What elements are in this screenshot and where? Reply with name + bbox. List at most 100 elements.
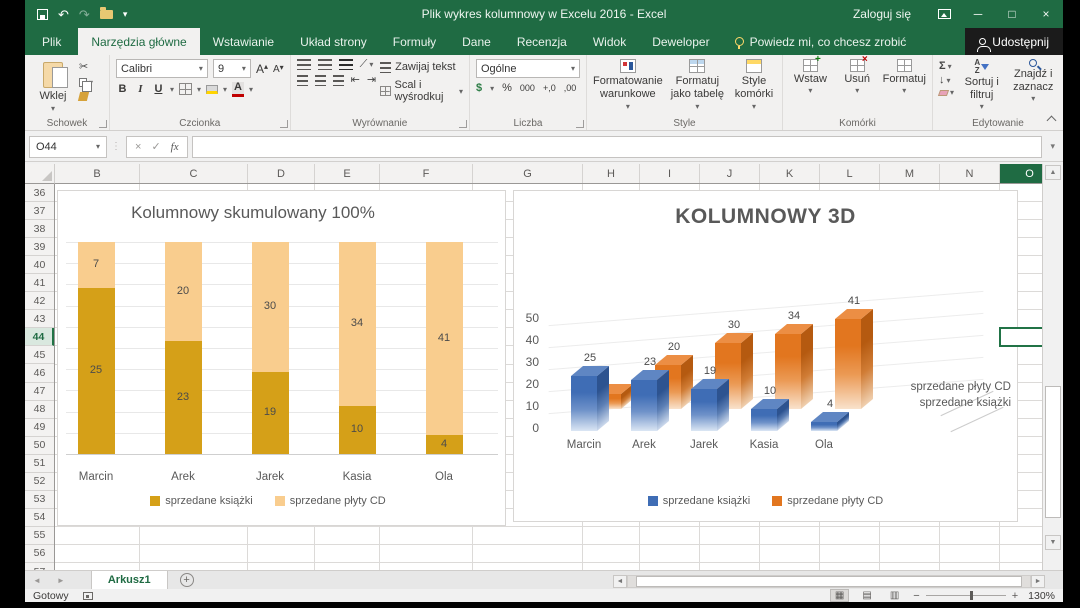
- liczba-dialog-launcher-icon[interactable]: [576, 120, 584, 128]
- row-header-50[interactable]: 50: [25, 437, 54, 455]
- vertical-scroll-thumb[interactable]: [1045, 386, 1061, 518]
- maximize-button[interactable]: □: [995, 0, 1029, 28]
- macro-record-icon[interactable]: [83, 592, 93, 600]
- format-cells-button[interactable]: Formatuj ▾: [883, 59, 926, 115]
- column-header-H[interactable]: H: [583, 164, 640, 183]
- enter-icon[interactable]: ✓: [151, 140, 160, 153]
- vertical-scrollbar[interactable]: ▲ ▼: [1042, 164, 1063, 570]
- insert-function-icon[interactable]: fx: [171, 141, 179, 153]
- chart2-bar-Ola-ksiazki[interactable]: [811, 422, 837, 431]
- number-format-combo[interactable]: Ogólne ▾: [476, 59, 580, 78]
- row-header-39[interactable]: 39: [25, 238, 54, 256]
- formula-input[interactable]: [192, 136, 1043, 158]
- chart2-bar-Arek-ksiazki[interactable]: [631, 380, 657, 431]
- align-center-icon[interactable]: [315, 75, 326, 86]
- orientation-icon[interactable]: ⟋▾: [360, 59, 374, 70]
- column-header-J[interactable]: J: [700, 164, 760, 183]
- conditional-formatting-button[interactable]: Formatowanie warunkowe ▾: [593, 59, 663, 115]
- tab-deweloper[interactable]: Deweloper: [639, 28, 722, 55]
- column-header-M[interactable]: M: [880, 164, 940, 183]
- share-button[interactable]: Udostępnij: [965, 28, 1063, 55]
- row-header-57[interactable]: 57: [25, 563, 54, 570]
- row-header-36[interactable]: 36: [25, 184, 54, 202]
- zoom-level-label[interactable]: 130%: [1028, 590, 1055, 602]
- row-header-54[interactable]: 54: [25, 509, 54, 527]
- tab-widok[interactable]: Widok: [580, 28, 639, 55]
- customize-qat-icon[interactable]: ▾: [123, 10, 128, 19]
- tab-dane[interactable]: Dane: [449, 28, 504, 55]
- insert-cells-button[interactable]: Wstaw ▾: [789, 59, 832, 115]
- underline-dropdown-icon[interactable]: ▾: [170, 85, 174, 94]
- align-bottom-icon[interactable]: [339, 59, 353, 70]
- percent-format-icon[interactable]: %: [502, 82, 512, 94]
- open-folder-icon[interactable]: [100, 10, 113, 19]
- column-header-G[interactable]: G: [473, 164, 583, 183]
- wyrownanie-dialog-launcher-icon[interactable]: [459, 120, 467, 128]
- selected-cell-O44[interactable]: [999, 327, 1042, 347]
- align-right-icon[interactable]: [333, 75, 344, 86]
- chart2-bar-Marcin-ksiazki[interactable]: [571, 376, 597, 431]
- increase-decimal-icon[interactable]: +,0: [543, 83, 556, 93]
- fill-color-icon[interactable]: [206, 85, 218, 94]
- name-box[interactable]: O44 ▾: [29, 136, 107, 158]
- sort-filter-button[interactable]: AZ Sortuj i filtruj ▾: [958, 59, 1005, 115]
- column-header-D[interactable]: D: [248, 164, 315, 183]
- cancel-icon[interactable]: ×: [135, 141, 141, 153]
- row-header-47[interactable]: 47: [25, 383, 54, 401]
- select-all-corner[interactable]: [25, 164, 55, 184]
- wrap-text-button[interactable]: Zawijaj tekst: [380, 61, 463, 73]
- sheet-tab-arkusz1[interactable]: Arkusz1: [91, 571, 168, 589]
- row-header-40[interactable]: 40: [25, 256, 54, 274]
- save-icon[interactable]: [37, 9, 48, 20]
- font-name-combo[interactable]: Calibri ▾: [116, 59, 208, 78]
- scroll-up-icon[interactable]: ▲: [1045, 165, 1061, 180]
- align-middle-icon[interactable]: [318, 59, 332, 70]
- row-header-46[interactable]: 46: [25, 364, 54, 382]
- column-header-F[interactable]: F: [380, 164, 473, 183]
- fill-down-icon[interactable]: ↓▾: [939, 75, 954, 86]
- row-header-44[interactable]: 44: [25, 328, 54, 346]
- hscroll-left-icon[interactable]: ◄: [613, 575, 627, 588]
- view-page-break-icon[interactable]: ▥: [886, 590, 903, 601]
- chart2-bar-Ola-cd[interactable]: [835, 319, 861, 409]
- align-left-icon[interactable]: [297, 75, 308, 86]
- zoom-in-icon[interactable]: +: [1012, 590, 1018, 602]
- add-sheet-icon[interactable]: +: [180, 573, 194, 587]
- sign-in-link[interactable]: Zaloguj się: [837, 7, 927, 21]
- shrink-font-icon[interactable]: A▾: [273, 63, 284, 75]
- row-header-42[interactable]: 42: [25, 292, 54, 310]
- view-normal-icon[interactable]: ▦: [831, 590, 848, 601]
- increase-indent-icon[interactable]: ⇥: [367, 75, 376, 86]
- underline-button[interactable]: U: [152, 83, 165, 95]
- paste-dropdown-icon[interactable]: ▾: [51, 104, 55, 113]
- decrease-indent-icon[interactable]: ⇤: [351, 75, 360, 86]
- column-header-O[interactable]: O: [1000, 164, 1042, 183]
- column-header-B[interactable]: B: [55, 164, 140, 183]
- row-header-53[interactable]: 53: [25, 491, 54, 509]
- row-header-43[interactable]: 43: [25, 310, 54, 328]
- row-header-41[interactable]: 41: [25, 274, 54, 292]
- chart-stacked-100[interactable]: Kolumnowy skumulowany 100%725Marcin2023A…: [57, 190, 506, 526]
- czcionka-dialog-launcher-icon[interactable]: [280, 120, 288, 128]
- merge-center-button[interactable]: Scal i wyśrodkuj ▾: [380, 79, 463, 103]
- format-as-table-button[interactable]: Formatuj jako tabelę ▾: [667, 59, 728, 115]
- horizontal-scroll-thumb[interactable]: [636, 576, 1022, 587]
- chart2-legend-item[interactable]: sprzedane książki: [648, 495, 750, 507]
- expand-formula-bar-icon[interactable]: ▾: [1046, 141, 1059, 152]
- font-color-dropdown-icon[interactable]: ▾: [249, 85, 253, 94]
- row-header-49[interactable]: 49: [25, 419, 54, 437]
- cell-styles-button[interactable]: Style komórki ▾: [732, 59, 776, 115]
- grow-font-icon[interactable]: A▴: [256, 62, 268, 76]
- view-page-layout-icon[interactable]: ▤: [858, 590, 875, 601]
- grid-area[interactable]: Kolumnowy skumulowany 100%725Marcin2023A…: [55, 184, 1042, 570]
- font-color-icon[interactable]: A: [232, 82, 244, 97]
- tab-recenzja[interactable]: Recenzja: [504, 28, 580, 55]
- column-header-I[interactable]: I: [640, 164, 700, 183]
- chart2-legend-item[interactable]: sprzedane płyty CD: [772, 495, 883, 507]
- autosum-icon[interactable]: Σ▾: [939, 61, 954, 72]
- row-header-56[interactable]: 56: [25, 545, 54, 563]
- currency-dropdown-icon[interactable]: ▾: [490, 84, 494, 93]
- copy-icon[interactable]: ▾: [79, 78, 93, 87]
- row-header-45[interactable]: 45: [25, 346, 54, 364]
- horizontal-scrollbar[interactable]: ◄ ►: [613, 574, 1045, 588]
